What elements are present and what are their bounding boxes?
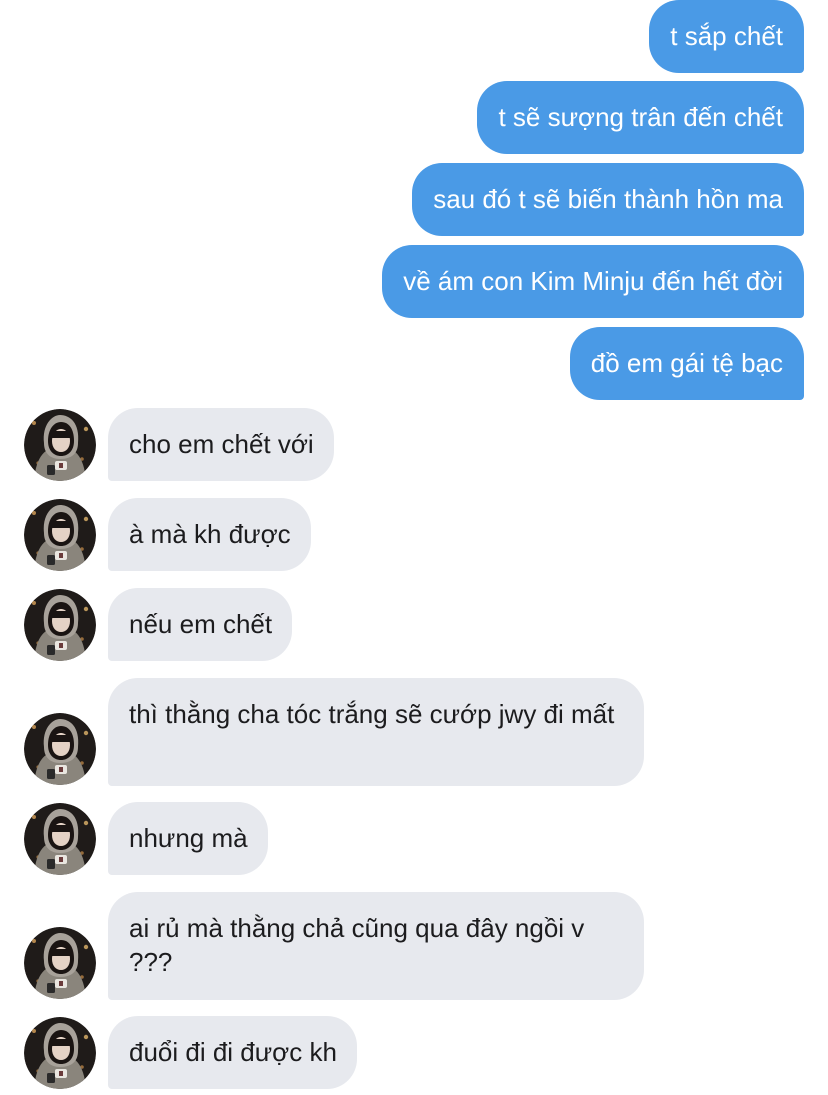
message-text: đồ em gái tệ bạc xyxy=(590,348,783,378)
contact-avatar[interactable] xyxy=(24,499,96,571)
avatar-photo-icon xyxy=(24,1017,96,1089)
message-text: cho em chết với xyxy=(129,429,314,459)
outgoing-message-bubble[interactable]: đồ em gái tệ bạc xyxy=(569,327,804,400)
message-text: về ám con Kim Minju đến hết đời xyxy=(403,266,783,296)
message-text: ai rủ mà thằng chả cũng qua đây ngồi v ?… xyxy=(129,913,585,977)
message-text: thì thằng cha tóc trắng sẽ cướp jwy đi m… xyxy=(129,699,615,729)
message-text: nếu em chết xyxy=(129,609,273,639)
contact-avatar[interactable] xyxy=(24,409,96,481)
avatar-photo-icon xyxy=(24,927,96,999)
avatar-photo-icon xyxy=(24,713,96,785)
incoming-message-bubble[interactable]: nhưng mà xyxy=(108,802,268,875)
incoming-message-bubble[interactable]: nếu em chết xyxy=(108,588,293,661)
avatar-photo-icon xyxy=(24,589,96,661)
outgoing-message-bubble[interactable]: t sắp chết xyxy=(649,0,804,73)
contact-avatar[interactable] xyxy=(24,803,96,875)
contact-avatar[interactable] xyxy=(24,713,96,785)
outgoing-message-bubble[interactable]: sau đó t sẽ biến thành hồn ma xyxy=(412,163,804,236)
avatar-photo-icon xyxy=(24,803,96,875)
contact-avatar[interactable] xyxy=(24,589,96,661)
message-text: t sẽ sượng trân đến chết xyxy=(498,102,783,132)
message-text: sau đó t sẽ biến thành hồn ma xyxy=(433,184,783,214)
message-text: t sắp chết xyxy=(670,21,783,51)
incoming-message-bubble[interactable]: đuổi đi đi được kh xyxy=(108,1016,357,1089)
incoming-message-bubble[interactable]: thì thằng cha tóc trắng sẽ cướp jwy đi m… xyxy=(108,678,644,786)
outgoing-message-bubble[interactable]: t sẽ sượng trân đến chết xyxy=(477,81,804,154)
contact-avatar[interactable] xyxy=(24,927,96,999)
outgoing-message-bubble[interactable]: về ám con Kim Minju đến hết đời xyxy=(382,245,804,318)
incoming-message-bubble[interactable]: cho em chết với xyxy=(108,408,334,481)
avatar-photo-icon xyxy=(24,409,96,481)
incoming-message-bubble[interactable]: à mà kh được xyxy=(108,498,311,571)
message-text: nhưng mà xyxy=(129,823,248,853)
message-text: à mà kh được xyxy=(129,519,291,549)
contact-avatar[interactable] xyxy=(24,1017,96,1089)
incoming-message-bubble[interactable]: ai rủ mà thằng chả cũng qua đây ngồi v ?… xyxy=(108,892,644,1000)
message-text: đuổi đi đi được kh xyxy=(129,1037,337,1067)
avatar-photo-icon xyxy=(24,499,96,571)
chat-thread[interactable]: t sắp chết t sẽ sượng trân đến chết sau … xyxy=(0,0,828,1095)
